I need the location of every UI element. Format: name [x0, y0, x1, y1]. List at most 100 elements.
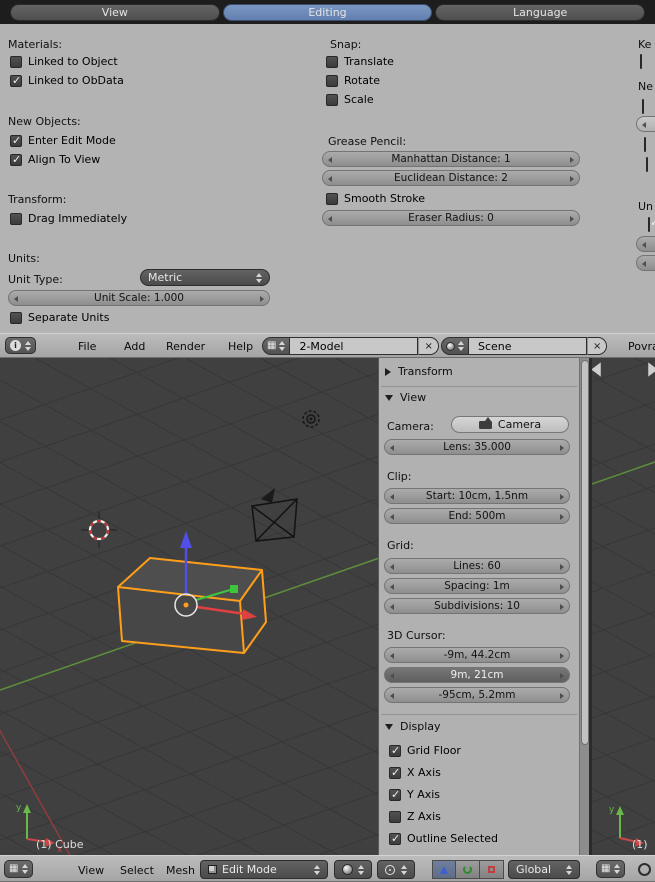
clipped-slider[interactable] — [636, 236, 655, 252]
scrollbar-thumb[interactable] — [581, 360, 589, 745]
manipulator-buttons — [432, 860, 504, 879]
panel-header-display[interactable]: Display — [385, 720, 441, 733]
tab-editing[interactable]: Editing — [222, 4, 433, 21]
clipped-checkbox[interactable] — [640, 54, 642, 69]
screen-name-value: 2-Model — [299, 339, 344, 353]
mode-dropdown[interactable]: Edit Mode — [200, 860, 328, 879]
translate-manipulator-button[interactable] — [432, 860, 456, 879]
clipped-slider[interactable] — [636, 255, 655, 271]
checkbox-label: Linked to ObData — [28, 74, 124, 87]
checkbox-label: Align To View — [28, 153, 101, 166]
menu-view[interactable]: View — [78, 864, 104, 877]
menu-add[interactable]: Add — [124, 340, 145, 353]
clipped-field[interactable] — [636, 116, 655, 132]
snap-translate-checkbox[interactable] — [326, 55, 338, 68]
edit-mode-cube-icon — [208, 865, 217, 874]
checkbox-label: Translate — [344, 55, 394, 68]
cursor-x-field[interactable]: -9m, 44.2cm — [384, 647, 570, 663]
screen-name-field[interactable]: 2-Model — [290, 337, 419, 355]
clipped-checkbox[interactable] — [644, 137, 646, 152]
panel-header-label: Transform — [398, 365, 453, 378]
pivot-point-dropdown[interactable] — [377, 860, 415, 879]
lens-slider[interactable]: Lens: 35.000 — [384, 439, 570, 455]
rotate-manipulator-button[interactable] — [456, 860, 480, 879]
drag-immediately-checkbox[interactable] — [10, 212, 22, 225]
menu-render[interactable]: Render — [166, 340, 205, 353]
panel-separator — [381, 386, 577, 387]
clip-end-value: End: 500m — [448, 510, 506, 522]
scale-manipulator-button[interactable] — [480, 860, 504, 879]
screen-browse-button[interactable]: ▦ — [262, 337, 291, 355]
clipped-checkbox[interactable] — [642, 99, 644, 114]
scene-name-field[interactable]: Scene — [469, 337, 587, 355]
align-to-view-checkbox[interactable] — [10, 153, 22, 166]
checkbox-label: Linked to Object — [28, 55, 118, 68]
clipped-checkbox-checked[interactable] — [648, 217, 650, 232]
render-engine-label-clipped[interactable]: Povray — [628, 340, 655, 353]
menu-file[interactable]: File — [78, 340, 96, 353]
selected-cube-object[interactable] — [117, 557, 267, 654]
updown-arrows-icon — [279, 341, 286, 351]
editor-type-button-3dview[interactable]: ▦ — [4, 860, 34, 878]
camera-value: Camera — [497, 418, 542, 431]
menu-select[interactable]: Select — [120, 864, 154, 877]
grid-subdivisions-slider[interactable]: Subdivisions: 10 — [384, 598, 570, 614]
clip-end-slider[interactable]: End: 500m — [384, 508, 570, 524]
enter-edit-mode-checkbox[interactable] — [10, 134, 22, 147]
snap-scale-checkbox[interactable] — [326, 93, 338, 106]
editor-type-button-info[interactable]: i — [5, 337, 36, 354]
scene-browse-button[interactable] — [441, 337, 469, 355]
grid-subdivisions-value: Subdivisions: 10 — [434, 600, 520, 612]
new-objects-section-title: New Objects: — [8, 115, 81, 128]
linked-to-object-checkbox[interactable] — [10, 55, 22, 68]
menu-mesh[interactable]: Mesh — [166, 864, 195, 877]
grid-floor-row: Grid Floor — [389, 744, 461, 757]
eraser-radius-slider[interactable]: Eraser Radius: 0 — [322, 210, 580, 226]
smooth-stroke-checkbox[interactable] — [326, 192, 338, 205]
eraser-radius-value: Eraser Radius: 0 — [408, 212, 494, 224]
scene-icon — [446, 341, 455, 351]
manhattan-distance-slider[interactable]: Manhattan Distance: 1 — [322, 151, 580, 167]
snap-rotate-checkbox[interactable] — [326, 74, 338, 87]
camera-label: Camera: — [387, 420, 434, 433]
tab-language[interactable]: Language — [435, 4, 646, 21]
materials-section-title: Materials: — [8, 38, 63, 51]
cursor-y-field[interactable]: 9m, 21cm — [384, 667, 570, 683]
camera-select-button[interactable]: Camera — [451, 416, 569, 433]
grid-spacing-slider[interactable]: Spacing: 1m — [384, 578, 570, 594]
viewport-shading-dropdown[interactable] — [334, 860, 372, 879]
mode-value: Edit Mode — [222, 863, 277, 876]
menu-help[interactable]: Help — [228, 340, 253, 353]
area-divider[interactable] — [589, 358, 592, 855]
cursor-z-field[interactable]: -95cm, 5.2mm — [384, 687, 570, 703]
unit-scale-value: Unit Scale: 1.000 — [94, 292, 184, 304]
linked-to-obdata-checkbox[interactable] — [10, 74, 22, 87]
grid-floor-checkbox[interactable] — [389, 744, 401, 757]
cursor-label: 3D Cursor: — [387, 629, 446, 642]
checkbox-label: Drag Immediately — [28, 212, 128, 225]
outline-selected-checkbox[interactable] — [389, 832, 401, 845]
unit-type-dropdown[interactable]: Metric — [140, 269, 270, 286]
z-axis-checkbox[interactable] — [389, 810, 401, 823]
mode-ring-icon[interactable] — [638, 863, 651, 876]
tab-view[interactable]: View — [10, 4, 220, 21]
transform-orientation-dropdown[interactable]: Global — [508, 860, 580, 879]
clip-start-slider[interactable]: Start: 10cm, 1.5nm — [384, 488, 570, 504]
separate-units-checkbox[interactable] — [10, 311, 22, 324]
updown-arrows-icon — [358, 864, 364, 875]
scene-close-button[interactable]: × — [587, 337, 608, 355]
y-axis-checkbox[interactable] — [389, 788, 401, 801]
panel-header-label: View — [400, 391, 427, 404]
euclidean-distance-slider[interactable]: Euclidean Distance: 2 — [322, 170, 580, 186]
manipulator-y-handle-tip[interactable] — [230, 585, 238, 593]
cursor-z-value: -95cm, 5.2mm — [438, 689, 516, 701]
clipped-checkbox[interactable] — [646, 157, 648, 172]
grid-lines-slider[interactable]: Lines: 60 — [384, 558, 570, 574]
panel-header-view[interactable]: View — [385, 391, 426, 404]
scene-name-value: Scene — [478, 339, 512, 353]
screen-close-button[interactable]: × — [418, 337, 439, 355]
unit-scale-slider[interactable]: Unit Scale: 1.000 — [8, 290, 270, 306]
panel-header-transform[interactable]: Transform — [385, 365, 453, 378]
x-axis-checkbox[interactable] — [389, 766, 401, 779]
editor-type-button-right-area[interactable]: ▦ — [596, 860, 626, 878]
